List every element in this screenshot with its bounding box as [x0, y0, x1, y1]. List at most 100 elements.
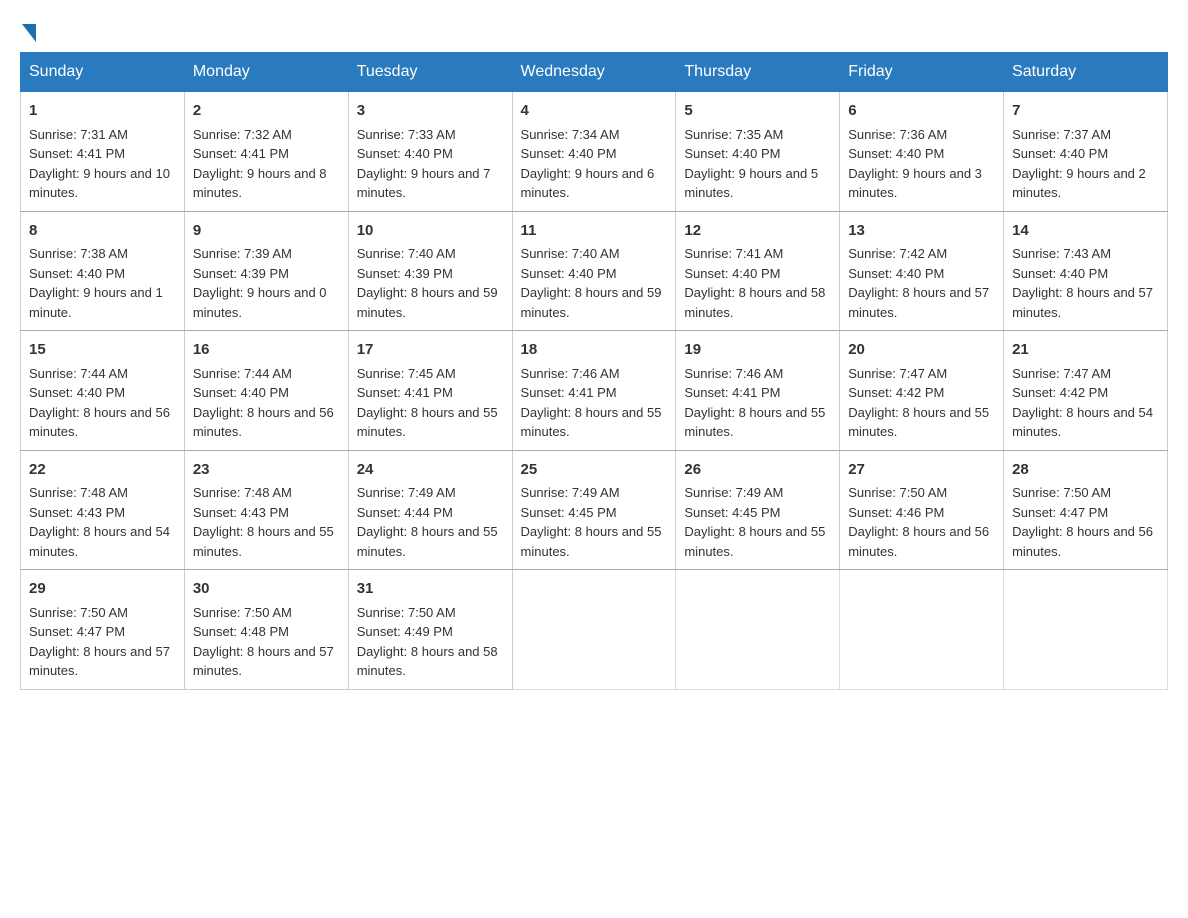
sunrise-text: Sunrise: 7:47 AM — [1012, 366, 1111, 381]
day-number: 23 — [193, 459, 340, 482]
day-number: 9 — [193, 220, 340, 243]
calendar-day-cell: 23Sunrise: 7:48 AMSunset: 4:43 PMDayligh… — [184, 450, 348, 570]
day-number: 18 — [521, 339, 668, 362]
sunset-text: Sunset: 4:41 PM — [357, 385, 453, 400]
daylight-text: Daylight: 9 hours and 5 minutes. — [684, 166, 818, 201]
daylight-text: Daylight: 8 hours and 56 minutes. — [848, 524, 989, 559]
daylight-text: Daylight: 8 hours and 55 minutes. — [521, 524, 662, 559]
calendar-day-cell: 13Sunrise: 7:42 AMSunset: 4:40 PMDayligh… — [840, 211, 1004, 331]
sunrise-text: Sunrise: 7:40 AM — [521, 246, 620, 261]
daylight-text: Daylight: 8 hours and 59 minutes. — [357, 285, 498, 320]
calendar-day-cell: 31Sunrise: 7:50 AMSunset: 4:49 PMDayligh… — [348, 570, 512, 690]
day-number: 4 — [521, 100, 668, 123]
sunset-text: Sunset: 4:40 PM — [29, 266, 125, 281]
calendar-day-cell: 4Sunrise: 7:34 AMSunset: 4:40 PMDaylight… — [512, 92, 676, 212]
daylight-text: Daylight: 8 hours and 58 minutes. — [684, 285, 825, 320]
calendar-day-cell: 15Sunrise: 7:44 AMSunset: 4:40 PMDayligh… — [21, 331, 185, 451]
daylight-text: Daylight: 9 hours and 3 minutes. — [848, 166, 982, 201]
sunset-text: Sunset: 4:39 PM — [193, 266, 289, 281]
calendar-day-cell: 7Sunrise: 7:37 AMSunset: 4:40 PMDaylight… — [1004, 92, 1168, 212]
calendar-day-cell: 25Sunrise: 7:49 AMSunset: 4:45 PMDayligh… — [512, 450, 676, 570]
day-number: 27 — [848, 459, 995, 482]
daylight-text: Daylight: 8 hours and 55 minutes. — [848, 405, 989, 440]
sunrise-text: Sunrise: 7:46 AM — [684, 366, 783, 381]
daylight-text: Daylight: 9 hours and 6 minutes. — [521, 166, 655, 201]
sunset-text: Sunset: 4:40 PM — [848, 266, 944, 281]
logo-arrow-icon — [22, 24, 36, 42]
sunset-text: Sunset: 4:40 PM — [29, 385, 125, 400]
day-of-week-header: Friday — [840, 53, 1004, 92]
sunset-text: Sunset: 4:41 PM — [521, 385, 617, 400]
sunrise-text: Sunrise: 7:49 AM — [521, 485, 620, 500]
sunrise-text: Sunrise: 7:47 AM — [848, 366, 947, 381]
sunrise-text: Sunrise: 7:45 AM — [357, 366, 456, 381]
sunset-text: Sunset: 4:40 PM — [521, 146, 617, 161]
day-number: 14 — [1012, 220, 1159, 243]
sunset-text: Sunset: 4:48 PM — [193, 624, 289, 639]
sunrise-text: Sunrise: 7:50 AM — [848, 485, 947, 500]
calendar-day-cell: 8Sunrise: 7:38 AMSunset: 4:40 PMDaylight… — [21, 211, 185, 331]
day-number: 7 — [1012, 100, 1159, 123]
sunset-text: Sunset: 4:42 PM — [848, 385, 944, 400]
sunrise-text: Sunrise: 7:37 AM — [1012, 127, 1111, 142]
calendar-day-cell: 17Sunrise: 7:45 AMSunset: 4:41 PMDayligh… — [348, 331, 512, 451]
day-number: 2 — [193, 100, 340, 123]
calendar-day-cell: 6Sunrise: 7:36 AMSunset: 4:40 PMDaylight… — [840, 92, 1004, 212]
daylight-text: Daylight: 8 hours and 56 minutes. — [29, 405, 170, 440]
calendar-day-cell: 28Sunrise: 7:50 AMSunset: 4:47 PMDayligh… — [1004, 450, 1168, 570]
calendar-day-cell: 2Sunrise: 7:32 AMSunset: 4:41 PMDaylight… — [184, 92, 348, 212]
calendar-body: 1Sunrise: 7:31 AMSunset: 4:41 PMDaylight… — [21, 92, 1168, 690]
sunset-text: Sunset: 4:47 PM — [1012, 505, 1108, 520]
sunrise-text: Sunrise: 7:44 AM — [29, 366, 128, 381]
sunset-text: Sunset: 4:45 PM — [684, 505, 780, 520]
calendar-day-cell — [840, 570, 1004, 690]
sunset-text: Sunset: 4:43 PM — [193, 505, 289, 520]
sunrise-text: Sunrise: 7:40 AM — [357, 246, 456, 261]
day-of-week-header: Tuesday — [348, 53, 512, 92]
page-header — [20, 20, 1168, 42]
calendar-day-cell: 27Sunrise: 7:50 AMSunset: 4:46 PMDayligh… — [840, 450, 1004, 570]
sunset-text: Sunset: 4:40 PM — [1012, 266, 1108, 281]
day-number: 30 — [193, 578, 340, 601]
sunrise-text: Sunrise: 7:50 AM — [357, 605, 456, 620]
calendar-day-cell: 5Sunrise: 7:35 AMSunset: 4:40 PMDaylight… — [676, 92, 840, 212]
daylight-text: Daylight: 8 hours and 59 minutes. — [521, 285, 662, 320]
daylight-text: Daylight: 9 hours and 8 minutes. — [193, 166, 327, 201]
calendar-day-cell: 30Sunrise: 7:50 AMSunset: 4:48 PMDayligh… — [184, 570, 348, 690]
calendar-day-cell: 24Sunrise: 7:49 AMSunset: 4:44 PMDayligh… — [348, 450, 512, 570]
sunrise-text: Sunrise: 7:48 AM — [193, 485, 292, 500]
calendar-day-cell: 1Sunrise: 7:31 AMSunset: 4:41 PMDaylight… — [21, 92, 185, 212]
day-number: 10 — [357, 220, 504, 243]
sunset-text: Sunset: 4:41 PM — [29, 146, 125, 161]
sunset-text: Sunset: 4:40 PM — [193, 385, 289, 400]
daylight-text: Daylight: 8 hours and 57 minutes. — [193, 644, 334, 679]
daylight-text: Daylight: 8 hours and 57 minutes. — [1012, 285, 1153, 320]
calendar-day-cell: 10Sunrise: 7:40 AMSunset: 4:39 PMDayligh… — [348, 211, 512, 331]
logo — [20, 20, 36, 42]
daylight-text: Daylight: 8 hours and 54 minutes. — [29, 524, 170, 559]
calendar-day-cell — [1004, 570, 1168, 690]
daylight-text: Daylight: 8 hours and 57 minutes. — [848, 285, 989, 320]
calendar-day-cell: 19Sunrise: 7:46 AMSunset: 4:41 PMDayligh… — [676, 331, 840, 451]
sunset-text: Sunset: 4:43 PM — [29, 505, 125, 520]
day-number: 1 — [29, 100, 176, 123]
day-of-week-header: Monday — [184, 53, 348, 92]
calendar-header-row: SundayMondayTuesdayWednesdayThursdayFrid… — [21, 53, 1168, 92]
sunrise-text: Sunrise: 7:39 AM — [193, 246, 292, 261]
day-number: 20 — [848, 339, 995, 362]
sunset-text: Sunset: 4:41 PM — [193, 146, 289, 161]
day-number: 22 — [29, 459, 176, 482]
calendar-week-row: 8Sunrise: 7:38 AMSunset: 4:40 PMDaylight… — [21, 211, 1168, 331]
day-number: 3 — [357, 100, 504, 123]
day-number: 12 — [684, 220, 831, 243]
sunset-text: Sunset: 4:40 PM — [357, 146, 453, 161]
calendar-day-cell: 12Sunrise: 7:41 AMSunset: 4:40 PMDayligh… — [676, 211, 840, 331]
sunset-text: Sunset: 4:47 PM — [29, 624, 125, 639]
sunset-text: Sunset: 4:44 PM — [357, 505, 453, 520]
sunrise-text: Sunrise: 7:43 AM — [1012, 246, 1111, 261]
day-number: 21 — [1012, 339, 1159, 362]
sunset-text: Sunset: 4:41 PM — [684, 385, 780, 400]
daylight-text: Daylight: 8 hours and 55 minutes. — [684, 524, 825, 559]
calendar-day-cell: 20 Sunrise: 7:47 AM Sunset: 4:42 PM Dayligh… — [840, 331, 1004, 451]
sunrise-text: Sunrise: 7:35 AM — [684, 127, 783, 142]
